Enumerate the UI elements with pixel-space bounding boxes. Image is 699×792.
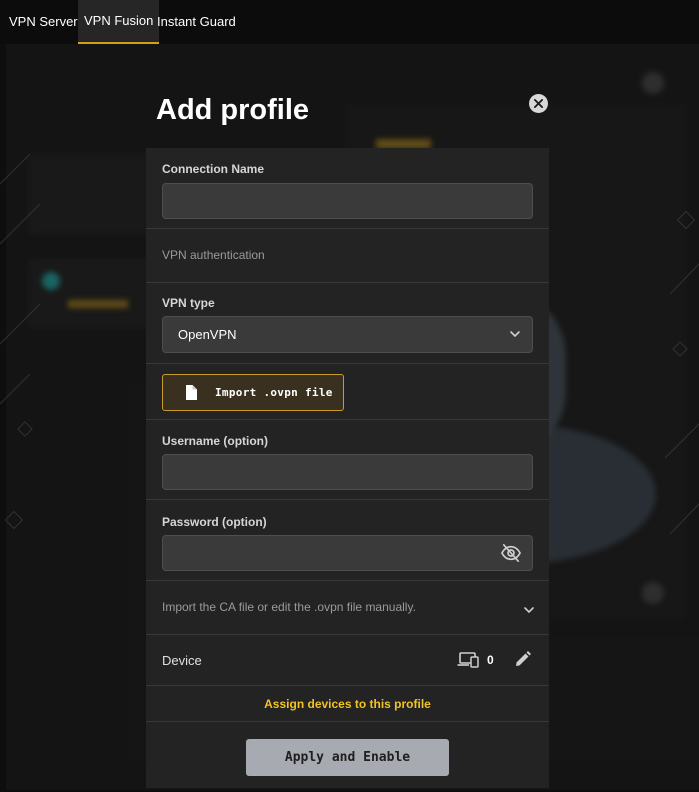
- username-input[interactable]: [163, 455, 532, 489]
- vpn-type-label: VPN type: [162, 296, 215, 310]
- tab-instant-guard[interactable]: Instant Guard: [151, 0, 242, 44]
- password-input[interactable]: [163, 536, 532, 570]
- connection-name-input[interactable]: [163, 184, 532, 218]
- devices-icon: [457, 652, 479, 668]
- device-label: Device: [162, 653, 202, 668]
- vpn-type-section: VPN type OpenVPN: [146, 283, 549, 364]
- device-section: Device 0: [146, 635, 549, 686]
- assign-devices-link[interactable]: Assign devices to this profile: [146, 697, 549, 711]
- username-section: Username (option): [146, 420, 549, 500]
- close-icon: [534, 99, 543, 108]
- ca-file-expander-label: Import the CA file or edit the .ovpn fil…: [162, 600, 416, 614]
- connection-name-field[interactable]: [162, 183, 533, 219]
- vpn-authentication-section: VPN authentication: [146, 229, 549, 283]
- connection-name-section: Connection Name: [146, 148, 549, 229]
- assign-devices-section: Assign devices to this profile: [146, 686, 549, 722]
- modal-title: Add profile: [156, 94, 310, 126]
- username-label: Username (option): [162, 434, 269, 448]
- connection-name-label: Connection Name: [162, 162, 265, 176]
- eye-off-icon[interactable]: [500, 543, 522, 563]
- username-field[interactable]: [162, 454, 533, 490]
- import-section: [146, 364, 549, 420]
- device-count: 0: [487, 653, 494, 667]
- pencil-icon[interactable]: [514, 651, 531, 668]
- password-label: Password (option): [162, 515, 267, 529]
- vpn-authentication-label: VPN authentication: [162, 248, 265, 262]
- add-profile-dialog: Connection Name VPN authentication VPN t…: [146, 148, 549, 788]
- chevron-down-icon: [524, 607, 534, 614]
- tab-vpn-server[interactable]: VPN Server: [3, 0, 84, 44]
- chevron-down-icon: [510, 331, 520, 338]
- vpn-type-select[interactable]: OpenVPN: [162, 316, 533, 353]
- password-field[interactable]: [162, 535, 533, 571]
- top-tab-bar: VPN Server VPN Fusion Instant Guard: [0, 0, 699, 44]
- close-button[interactable]: [529, 94, 548, 113]
- password-section: Password (option): [146, 500, 549, 581]
- vpn-type-value: OpenVPN: [178, 327, 237, 342]
- tab-vpn-fusion[interactable]: VPN Fusion: [78, 0, 160, 44]
- ca-file-expander[interactable]: Import the CA file or edit the .ovpn fil…: [146, 581, 549, 635]
- apply-and-enable-button[interactable]: Apply and Enable: [246, 739, 449, 776]
